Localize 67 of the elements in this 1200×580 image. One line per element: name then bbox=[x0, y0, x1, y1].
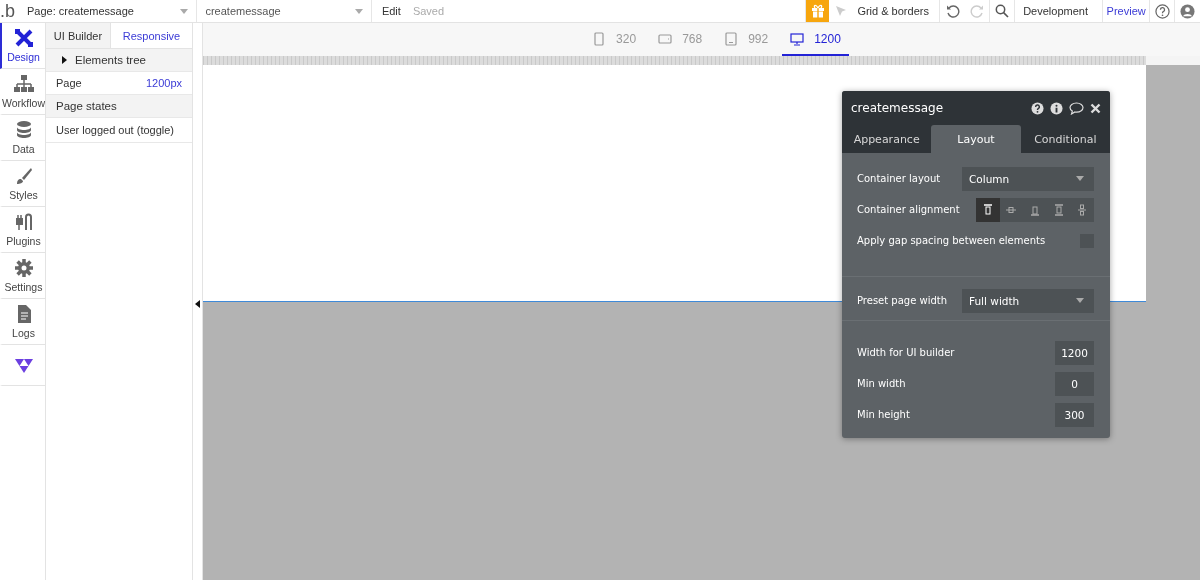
number-field[interactable]: 0 bbox=[1055, 371, 1094, 396]
field-label: Container layout bbox=[857, 173, 941, 184]
comment-icon[interactable] bbox=[1069, 101, 1084, 115]
field-label: Preset page width bbox=[857, 295, 948, 306]
elements-tree-label: Elements tree bbox=[75, 54, 146, 66]
nav-tab[interactable]: Plugins bbox=[0, 207, 45, 253]
expand-arrow-icon bbox=[62, 56, 67, 64]
element-dropdown[interactable]: createmessage bbox=[197, 0, 372, 22]
panel-tab[interactable]: UI Builder bbox=[46, 23, 110, 48]
page-dropdown[interactable]: Page: createmessage bbox=[18, 0, 198, 22]
help-icon[interactable] bbox=[1031, 101, 1044, 115]
width-dropdown[interactable]: Full width bbox=[962, 288, 1094, 313]
preview-link[interactable]: Preview bbox=[1103, 0, 1151, 22]
nav-tab[interactable]: Data bbox=[0, 115, 45, 161]
info-icon[interactable] bbox=[1050, 101, 1063, 115]
tablet-icon bbox=[724, 31, 739, 46]
field-label: Apply gap spacing between elements bbox=[857, 235, 1046, 246]
number-field[interactable]: 300 bbox=[1055, 402, 1094, 427]
editor-tab[interactable]: Layout bbox=[931, 125, 1021, 153]
page-width: 1200px bbox=[145, 77, 182, 89]
collapse-arrow-icon[interactable] bbox=[195, 300, 200, 308]
field-label: Min width bbox=[857, 378, 906, 389]
layout-dropdown[interactable]: Column bbox=[962, 166, 1094, 191]
field-label: Width for UI builder bbox=[857, 347, 955, 358]
edit-menu[interactable]: Edit bbox=[381, 5, 401, 17]
number-field[interactable]: 1200 bbox=[1055, 340, 1094, 365]
undo-icon bbox=[945, 4, 960, 18]
page-label: Page bbox=[56, 77, 82, 89]
save-status: Saved bbox=[412, 5, 445, 17]
cursor-icon bbox=[834, 5, 847, 17]
redo-icon bbox=[970, 4, 985, 18]
editor-title: createmessage bbox=[851, 101, 944, 115]
nav-tab[interactable]: Logs bbox=[0, 299, 45, 345]
editor-tab[interactable]: Appearance bbox=[842, 125, 932, 153]
caret-icon bbox=[354, 8, 363, 14]
align-distribute-icon bbox=[1076, 203, 1089, 216]
app-logo[interactable]: .b bbox=[0, 0, 19, 22]
caret-icon bbox=[180, 8, 189, 14]
grid-dropdown[interactable]: Grid & borders bbox=[852, 0, 941, 22]
phone-icon bbox=[592, 31, 607, 46]
help-icon bbox=[1154, 3, 1170, 19]
caret-icon bbox=[1076, 176, 1084, 181]
align-top-icon bbox=[981, 203, 994, 216]
page-states-header: Page states bbox=[46, 95, 192, 118]
alignment-option[interactable] bbox=[976, 197, 1000, 222]
environment-dropdown[interactable]: Development bbox=[1015, 0, 1104, 22]
settings-icon bbox=[13, 258, 34, 278]
search-icon bbox=[995, 4, 1010, 18]
nav-tab[interactable]: Styles bbox=[0, 161, 45, 207]
monitor-icon bbox=[790, 31, 805, 46]
workflow-icon bbox=[13, 74, 34, 94]
elements-tree-header[interactable]: Elements tree bbox=[46, 49, 192, 72]
close-icon[interactable] bbox=[1090, 102, 1101, 114]
nav-tab[interactable]: Settings bbox=[0, 253, 45, 299]
design-icon bbox=[13, 28, 34, 48]
align-bottom-icon bbox=[1029, 203, 1041, 216]
align-stretch-icon bbox=[1052, 203, 1065, 216]
field-label: Min height bbox=[857, 409, 910, 420]
tablet-landscape-icon bbox=[658, 31, 673, 46]
plugins-icon bbox=[13, 212, 34, 232]
caret-icon bbox=[1076, 298, 1084, 303]
avatar-icon bbox=[1180, 3, 1196, 19]
gift-icon bbox=[810, 4, 825, 18]
nav-tab[interactable]: Workflow bbox=[0, 69, 45, 115]
page-state-item[interactable]: User logged out (toggle) bbox=[46, 118, 192, 143]
editor-tab[interactable]: Conditional bbox=[1020, 125, 1110, 153]
field-label: Container alignment bbox=[857, 204, 960, 215]
